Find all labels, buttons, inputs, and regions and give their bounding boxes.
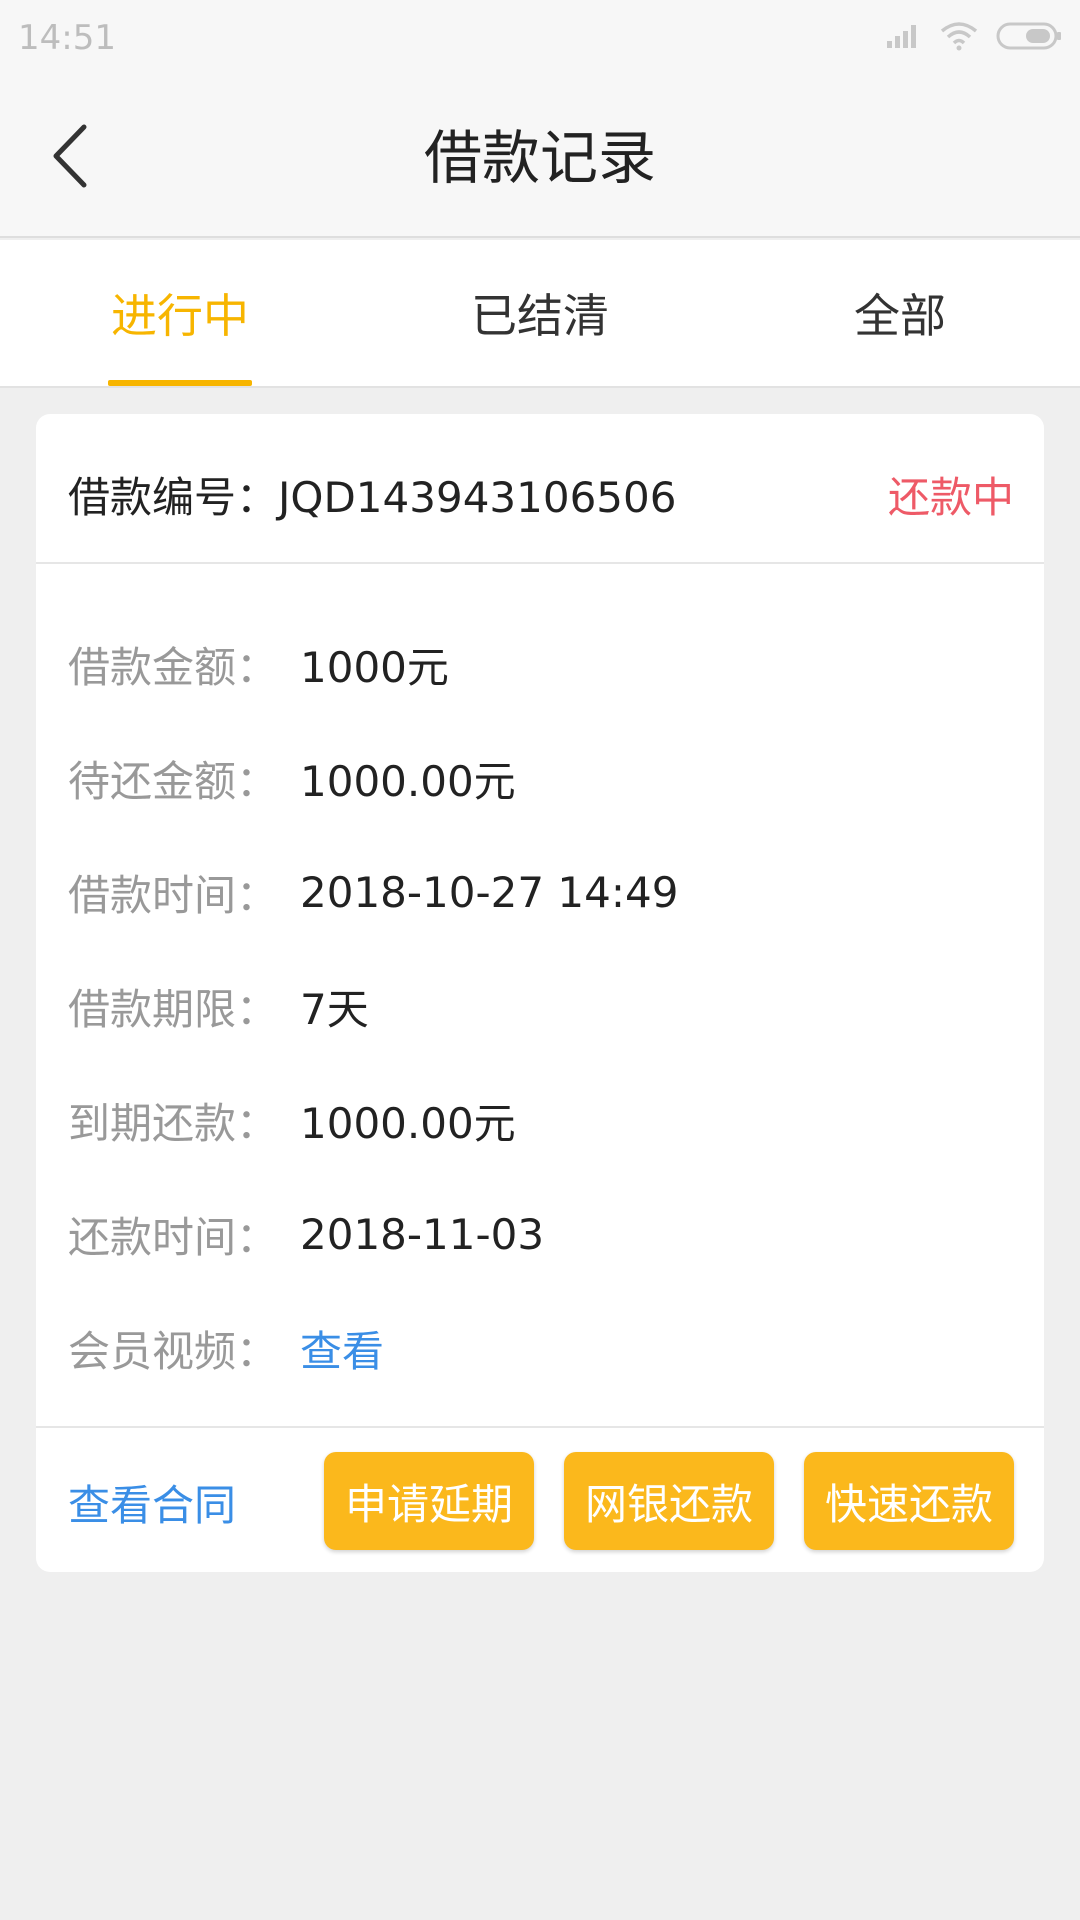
detail-key: 还款时间：	[68, 1212, 279, 1262]
detail-value: 2018-11-03	[300, 1209, 545, 1259]
detail-row-member-video: 会员视频： 查看	[68, 1318, 384, 1378]
battery-icon	[996, 21, 1062, 55]
detail-row-amount: 借款金额： 1000元	[68, 634, 449, 694]
tab-label: 已结清	[471, 289, 609, 343]
detail-value: 2018-10-27 14:49	[300, 867, 679, 917]
view-contract-link[interactable]: 查看合同	[68, 1472, 236, 1533]
loan-number: 借款编号：JQD143943106506	[68, 464, 676, 525]
quick-repay-button[interactable]: 快速还款	[804, 1452, 1014, 1550]
detail-row-term: 借款期限： 7天	[68, 976, 369, 1036]
status-time: 14:51	[18, 18, 116, 58]
status-icons	[886, 18, 1062, 58]
detail-value: 7天	[300, 984, 369, 1034]
tab-label: 进行中	[111, 289, 249, 343]
status-bar: 14:51	[0, 0, 1080, 78]
detail-row-due-amount: 到期还款： 1000.00元	[68, 1090, 516, 1150]
detail-value: 1000元	[300, 642, 449, 692]
detail-key: 会员视频：	[68, 1326, 279, 1376]
detail-key: 到期还款：	[68, 1098, 279, 1148]
loan-card: 借款编号：JQD143943106506 还款中 借款金额： 1000元 待还金…	[36, 414, 1044, 1572]
detail-key: 借款时间：	[68, 870, 279, 920]
tab-in-progress[interactable]: 进行中	[0, 240, 360, 386]
detail-row-loan-time: 借款时间： 2018-10-27 14:49	[68, 862, 678, 922]
loan-number-label: 借款编号：	[68, 473, 279, 522]
detail-row-outstanding: 待还金额： 1000.00元	[68, 748, 516, 808]
view-video-link[interactable]: 查看	[300, 1318, 384, 1379]
detail-value: 1000.00元	[300, 756, 516, 806]
detail-key: 借款金额：	[68, 642, 279, 692]
detail-row-repay-date: 还款时间： 2018-11-03	[68, 1204, 544, 1264]
detail-key: 借款期限：	[68, 984, 279, 1034]
tab-bar: 进行中 已结清 全部	[0, 240, 1080, 388]
loan-status-badge: 还款中	[887, 473, 1014, 522]
tab-settled[interactable]: 已结清	[360, 240, 720, 386]
detail-value: 1000.00元	[300, 1098, 516, 1148]
page-title: 借款记录	[423, 124, 656, 192]
tab-label: 全部	[854, 289, 946, 343]
tab-active-indicator	[108, 380, 252, 386]
loan-card-header: 借款编号：JQD143943106506 还款中	[36, 414, 1044, 564]
tab-all[interactable]: 全部	[720, 240, 1080, 386]
online-banking-repay-button[interactable]: 网银还款	[564, 1452, 774, 1550]
detail-key: 待还金额：	[68, 756, 279, 806]
loan-card-footer: 查看合同 申请延期 网银还款 快速还款	[36, 1426, 1044, 1572]
wifi-icon	[940, 21, 978, 55]
loan-number-value: JQD143943106506	[278, 473, 677, 522]
signal-icon	[886, 23, 922, 53]
apply-extension-button[interactable]: 申请延期	[324, 1452, 534, 1550]
app-header: 借款记录	[0, 78, 1080, 238]
